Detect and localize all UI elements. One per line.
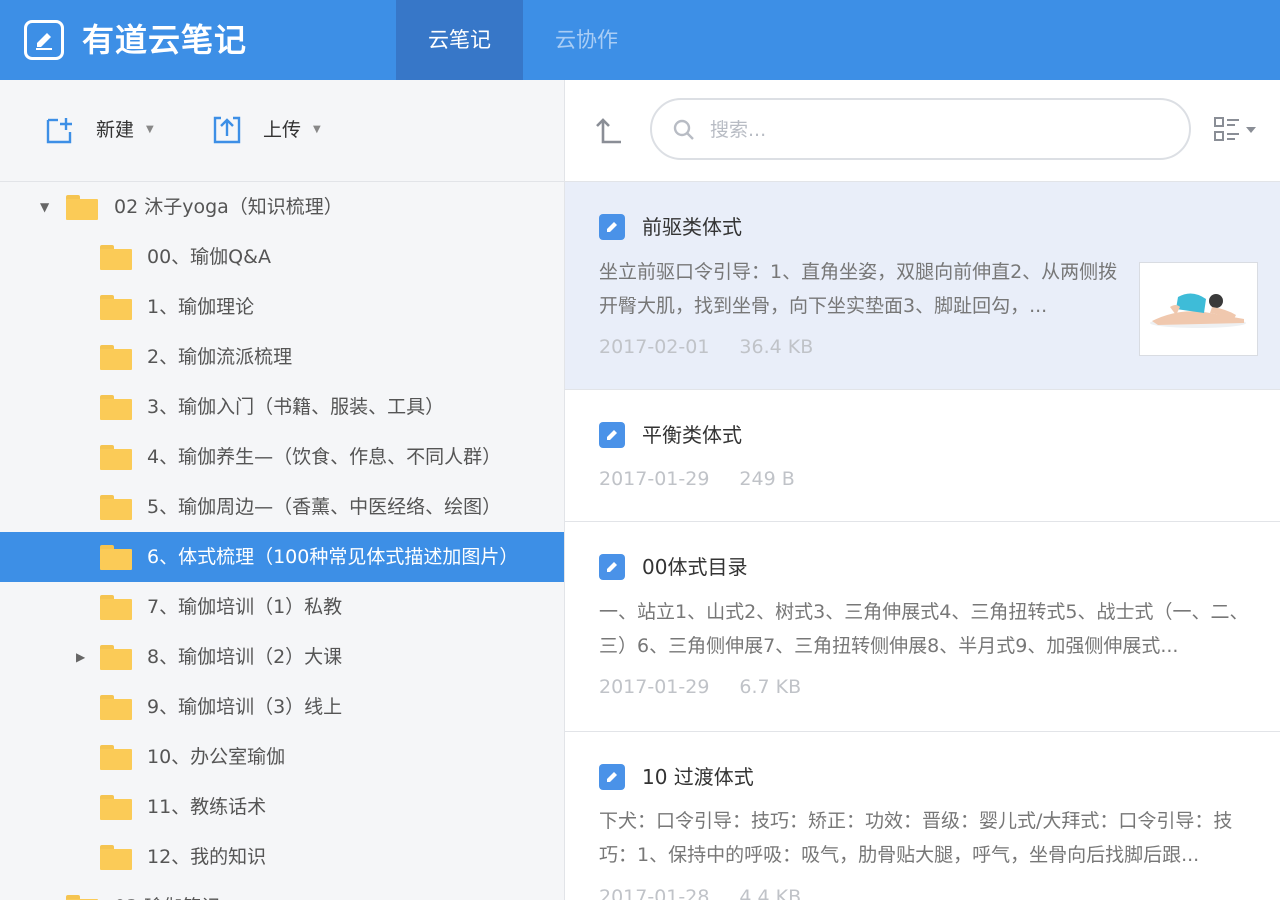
tree-folder[interactable]: 10、办公室瑜伽 — [0, 732, 564, 782]
tree-folder-label: 3、瑜伽入门（书籍、服装、工具） — [147, 396, 445, 418]
yoga-pose-thumbnail-image — [1140, 263, 1257, 355]
sidebar-toolbar: 新建 ▼ 上传 ▼ — [0, 80, 564, 182]
tree-folder-label: 8、瑜伽培训（2）大课 — [147, 646, 343, 668]
note-pen-icon — [24, 20, 64, 60]
tree-folder-selected[interactable]: 6、体式梳理（100种常见体式描述加图片） — [0, 532, 564, 582]
tree-folder-label: 9、瑜伽培训（3）线上 — [147, 696, 343, 718]
folder-icon — [100, 695, 132, 720]
tree-folder-label: 2、瑜伽流派梳理 — [147, 346, 293, 368]
note-title: 10 过渡体式 — [642, 765, 754, 789]
note-snippet: 下犬：口令引导：技巧：矫正：功效：晋级：婴儿式/大拜式：口令引导：技巧：1、保持… — [599, 810, 1233, 866]
note-size: 6.7 KB — [739, 676, 802, 698]
tree-folder-label: 7、瑜伽培训（1）私教 — [147, 596, 343, 618]
folder-icon — [100, 845, 132, 870]
tree-folder[interactable]: 3、瑜伽入门（书籍、服装、工具） — [0, 382, 564, 432]
folder-icon — [100, 595, 132, 620]
note-doc-icon — [599, 214, 625, 240]
note-meta: 2017-01-29 249 B — [599, 465, 795, 493]
note-doc-icon — [599, 422, 625, 448]
search-icon — [673, 119, 694, 140]
tree-folder-label: 6、体式梳理（100种常见体式描述加图片） — [147, 546, 519, 568]
folder-icon — [100, 795, 132, 820]
note-doc-icon — [599, 554, 625, 580]
note-item[interactable]: 10 过渡体式 下犬：口令引导：技巧：矫正：功效：晋级：婴儿式/大拜式：口令引导… — [565, 732, 1280, 900]
tree-parent-folder[interactable]: ▶ 03 瑜伽笔记 — [0, 882, 564, 900]
tree-folder[interactable]: 00、瑜伽Q&A — [0, 232, 564, 282]
note-list-toolbar — [565, 80, 1280, 182]
note-date: 2017-02-01 — [599, 336, 710, 358]
note-size: 249 B — [739, 468, 795, 490]
tree-folder[interactable]: 12、我的知识 — [0, 832, 564, 882]
note-doc-icon — [599, 764, 625, 790]
tree-folder-label: 03 瑜伽笔记 — [114, 882, 220, 900]
tree-folder-label: 5、瑜伽周边—（香薰、中医经络、绘图） — [147, 496, 502, 518]
note-snippet: 一、站立1、山式2、树式3、三角伸展式4、三角扭转式5、战士式（一、二、三）6、… — [599, 601, 1249, 657]
tree-folder[interactable]: 11、教练话术 — [0, 782, 564, 832]
note-title: 平衡类体式 — [642, 423, 742, 447]
note-date: 2017-01-29 — [599, 468, 710, 490]
note-snippet: 坐立前驱口令引导：1、直角坐姿，双腿向前伸直2、从两侧拨开臀大肌，找到坐骨，向下… — [599, 261, 1118, 317]
note-meta: 2017-02-01 36.4 KB — [599, 333, 813, 361]
tree-folder[interactable]: 2、瑜伽流派梳理 — [0, 332, 564, 382]
chevron-down-icon[interactable]: ▼ — [40, 201, 52, 213]
note-list-panel: 前驱类体式 坐立前驱口令引导：1、直角坐姿，双腿向前伸直2、从两侧拨开臀大肌，找… — [565, 80, 1280, 900]
tree-folder-label: 1、瑜伽理论 — [147, 296, 255, 318]
tree-folder[interactable]: 1、瑜伽理论 — [0, 282, 564, 332]
chevron-down-icon: ▼ — [313, 124, 321, 135]
tree-folder-label: 12、我的知识 — [147, 846, 267, 868]
tree-folder-label: 10、办公室瑜伽 — [147, 746, 286, 768]
tree-folder[interactable]: 9、瑜伽培训（3）线上 — [0, 682, 564, 732]
tab-cloud-collab[interactable]: 云协作 — [523, 0, 650, 80]
folder-icon — [100, 345, 132, 370]
tree-folder-label: 4、瑜伽养生—（饮食、作息、不同人群） — [147, 446, 502, 468]
folder-icon — [100, 645, 132, 670]
folder-icon — [100, 495, 132, 520]
back-up-icon[interactable] — [595, 116, 625, 146]
note-item[interactable]: 00体式目录 一、站立1、山式2、树式3、三角伸展式4、三角扭转式5、战士式（一… — [565, 522, 1280, 732]
tree-parent-folder[interactable]: ▼ 02 沐子yoga（知识梳理） — [0, 182, 564, 232]
folder-icon — [100, 245, 132, 270]
upload-icon — [213, 116, 241, 144]
note-title: 00体式目录 — [642, 555, 748, 579]
add-note-icon — [46, 118, 72, 144]
folder-icon — [100, 295, 132, 320]
tree-folder[interactable]: 4、瑜伽养生—（饮食、作息、不同人群） — [0, 432, 564, 482]
folder-icon — [100, 545, 132, 570]
note-size: 4.4 KB — [739, 886, 802, 900]
chevron-down-icon: ▼ — [146, 124, 154, 135]
new-button-label: 新建 — [96, 119, 135, 141]
app-title: 有道云笔记 — [82, 21, 248, 59]
tree-folder[interactable]: 5、瑜伽周边—（香薰、中医经络、绘图） — [0, 482, 564, 532]
folder-icon — [100, 445, 132, 470]
upload-button-label: 上传 — [263, 119, 302, 141]
tab-cloud-notes[interactable]: 云笔记 — [396, 0, 523, 80]
folder-icon — [66, 895, 98, 900]
note-meta: 2017-01-28 4.4 KB — [599, 883, 801, 900]
app-header: 有道云笔记 云笔记 云协作 — [0, 0, 1280, 80]
note-item[interactable]: 平衡类体式 2017-01-29 249 B — [565, 390, 1280, 522]
upload-button[interactable]: 上传 ▼ — [211, 112, 331, 148]
folder-icon — [100, 395, 132, 420]
search-input[interactable] — [710, 112, 1160, 148]
tree-folder[interactable]: 7、瑜伽培训（1）私教 — [0, 582, 564, 632]
note-thumbnail — [1139, 262, 1258, 356]
list-view-icon[interactable] — [1213, 116, 1261, 144]
chevron-right-icon[interactable]: ▶ — [76, 651, 88, 663]
note-date: 2017-01-29 — [599, 676, 710, 698]
tree-folder-label: 00、瑜伽Q&A — [147, 246, 271, 268]
new-button[interactable]: 新建 ▼ — [44, 112, 164, 148]
folder-sidebar: 新建 ▼ 上传 ▼ ▼ 02 沐子yoga（知识梳理） 00、瑜伽Q&A 1、瑜… — [0, 80, 565, 900]
note-item-selected[interactable]: 前驱类体式 坐立前驱口令引导：1、直角坐姿，双腿向前伸直2、从两侧拨开臀大肌，找… — [565, 182, 1280, 390]
tree-folder-label: 11、教练话术 — [147, 796, 267, 818]
tree-folder-label: 02 沐子yoga（知识梳理） — [114, 196, 343, 218]
note-meta: 2017-01-29 6.7 KB — [599, 673, 801, 701]
tree-folder[interactable]: ▶ 8、瑜伽培训（2）大课 — [0, 632, 564, 682]
folder-icon — [66, 195, 98, 220]
note-title: 前驱类体式 — [642, 215, 742, 239]
note-size: 36.4 KB — [739, 336, 814, 358]
folder-icon — [100, 745, 132, 770]
search-box[interactable] — [650, 98, 1191, 160]
note-date: 2017-01-28 — [599, 886, 710, 900]
